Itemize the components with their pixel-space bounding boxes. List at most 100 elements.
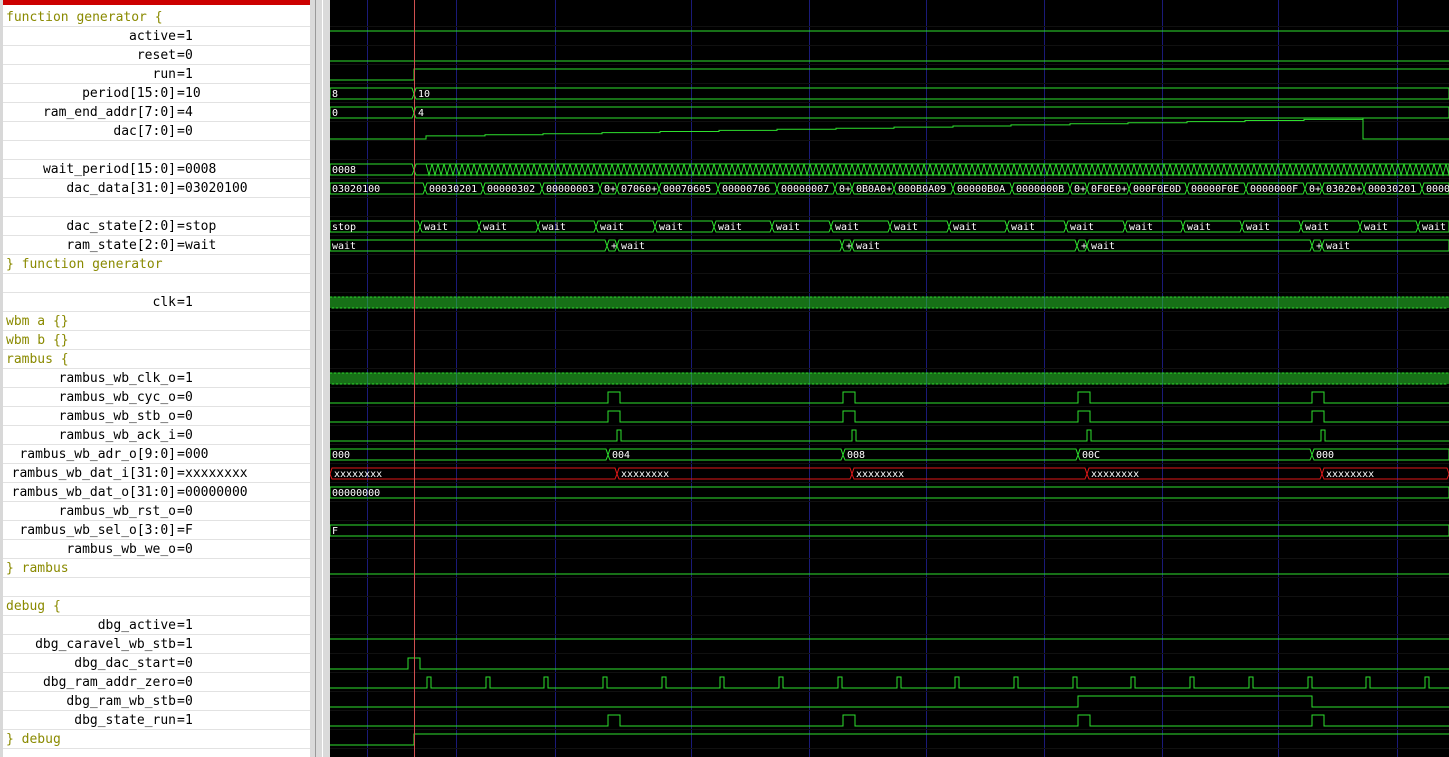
signal-name: rambus_wb_sel_o[3:0] bbox=[19, 523, 176, 538]
equals-sign: = bbox=[177, 485, 185, 500]
signal-group-row[interactable]: } rambus bbox=[3, 559, 310, 578]
signal-row[interactable]: rambus_wb_dat_i[31:0] = xxxxxxxx bbox=[3, 464, 310, 483]
signal-group-row[interactable]: function generator { bbox=[3, 8, 310, 27]
equals-sign: = bbox=[177, 656, 185, 671]
pulse-trace bbox=[330, 695, 1449, 708]
signal-row[interactable]: rambus_wb_we_o = 0 bbox=[3, 540, 310, 559]
equals-sign: = bbox=[177, 447, 185, 462]
toggle-trace bbox=[947, 163, 955, 177]
bus-value-label: 03020+ bbox=[1326, 184, 1362, 195]
blank-row bbox=[3, 198, 310, 217]
signal-row[interactable]: rambus_wb_cyc_o = 0 bbox=[3, 388, 310, 407]
pane-splitter[interactable] bbox=[310, 0, 330, 757]
toggle-trace bbox=[1175, 163, 1183, 177]
signal-name: rambus_wb_clk_o bbox=[58, 371, 176, 386]
toggle-trace bbox=[461, 163, 469, 177]
toggle-trace bbox=[659, 163, 667, 177]
bus-value-label: wait bbox=[1246, 222, 1270, 233]
equals-sign: = bbox=[177, 371, 185, 386]
toggle-trace bbox=[1169, 163, 1177, 177]
signal-row[interactable]: dbg_active = 1 bbox=[3, 616, 310, 635]
signal-value: 1 bbox=[185, 295, 193, 310]
signal-name: rambus_wb_dat_i[31:0] bbox=[11, 466, 176, 481]
signal-row[interactable]: rambus_wb_adr_o[9:0] = 000 bbox=[3, 445, 310, 464]
signal-group-row[interactable]: } function generator bbox=[3, 255, 310, 274]
equals-sign: = bbox=[177, 238, 185, 253]
signal-name: rambus_wb_stb_o bbox=[58, 409, 176, 424]
signal-row[interactable]: dbg_ram_wb_stb = 0 bbox=[3, 692, 310, 711]
bus-segment bbox=[330, 106, 415, 119]
signal-name: dbg_active bbox=[97, 618, 176, 633]
toggle-trace bbox=[1187, 163, 1195, 177]
signal-group-row[interactable]: } debug bbox=[3, 730, 310, 749]
toggle-trace bbox=[1247, 163, 1255, 177]
toggle-trace bbox=[1163, 163, 1171, 177]
signal-row[interactable]: reset = 0 bbox=[3, 46, 310, 65]
pulse-trace bbox=[330, 714, 1449, 727]
signal-row[interactable]: run = 1 bbox=[3, 65, 310, 84]
signal-row[interactable]: ram_state[2:0] = wait bbox=[3, 236, 310, 255]
signal-row[interactable]: ram_end_addr[7:0] = 4 bbox=[3, 103, 310, 122]
bus-value-label: wait bbox=[332, 241, 356, 252]
toggle-trace bbox=[1367, 163, 1375, 177]
signal-row[interactable]: clk = 1 bbox=[3, 293, 310, 312]
toggle-trace bbox=[893, 163, 901, 177]
signal-row[interactable]: dbg_caravel_wb_stb = 1 bbox=[3, 635, 310, 654]
bus-value-label: 00030201 bbox=[1368, 184, 1416, 195]
bus-value-label: 008 bbox=[847, 450, 865, 461]
signal-row[interactable]: wait_period[15:0] = 0008 bbox=[3, 160, 310, 179]
toggle-trace bbox=[1193, 163, 1201, 177]
signal-row[interactable]: rambus_wb_ack_i = 0 bbox=[3, 426, 310, 445]
toggle-trace bbox=[971, 163, 979, 177]
signal-row[interactable]: dac[7:0] = 0 bbox=[3, 122, 310, 141]
signal-row[interactable]: dbg_ram_addr_zero = 0 bbox=[3, 673, 310, 692]
signal-row[interactable]: rambus_wb_rst_o = 0 bbox=[3, 502, 310, 521]
blank-row bbox=[3, 578, 310, 597]
equals-sign: = bbox=[177, 67, 185, 82]
equals-sign: = bbox=[177, 694, 185, 709]
signal-row[interactable]: period[15:0] = 10 bbox=[3, 84, 310, 103]
signal-row[interactable]: dbg_state_run = 1 bbox=[3, 711, 310, 730]
signal-group-row[interactable]: wbm b {} bbox=[3, 331, 310, 350]
toggle-trace bbox=[641, 163, 649, 177]
signal-value: 1 bbox=[185, 618, 193, 633]
bus-value-label: 00000F0E bbox=[1191, 184, 1239, 195]
signal-value: 0 bbox=[185, 694, 193, 709]
bus-segment bbox=[330, 486, 1449, 499]
toggle-trace bbox=[1397, 163, 1405, 177]
toggle-trace bbox=[497, 163, 505, 177]
signal-name: dac_data[31:0] bbox=[66, 181, 176, 196]
equals-sign: = bbox=[177, 542, 185, 557]
signal-value: 000 bbox=[185, 447, 209, 462]
signal-row[interactable]: rambus_wb_sel_o[3:0] = F bbox=[3, 521, 310, 540]
signal-group-row[interactable]: wbm a {} bbox=[3, 312, 310, 331]
signal-value: 0 bbox=[185, 542, 193, 557]
bus-value-label: + bbox=[611, 241, 617, 252]
signal-row[interactable]: rambus_wb_dat_o[31:0] = 00000000 bbox=[3, 483, 310, 502]
signal-group-row[interactable]: debug { bbox=[3, 597, 310, 616]
signal-row[interactable]: rambus_wb_stb_o = 0 bbox=[3, 407, 310, 426]
toggle-trace bbox=[1199, 163, 1207, 177]
signal-row[interactable]: dac_state[2:0] = stop bbox=[3, 217, 310, 236]
bus-value-label: wait bbox=[1326, 241, 1350, 252]
signal-row[interactable]: dac_data[31:0] = 03020100 bbox=[3, 179, 310, 198]
equals-sign: = bbox=[177, 675, 185, 690]
toggle-trace bbox=[827, 163, 835, 177]
toggle-trace bbox=[515, 163, 523, 177]
toggle-trace bbox=[809, 163, 817, 177]
signal-row[interactable]: rambus_wb_clk_o = 1 bbox=[3, 369, 310, 388]
signal-group-row[interactable]: rambus { bbox=[3, 350, 310, 369]
toggle-trace bbox=[929, 163, 937, 177]
bus-value-label: 0F0E0+ bbox=[1091, 184, 1127, 195]
signal-row[interactable]: active = 1 bbox=[3, 27, 310, 46]
waveform-pane[interactable]: 8 100 4000803020100 00030201 00000302 0000000… bbox=[330, 0, 1449, 757]
bus-value-label: wait bbox=[1422, 222, 1446, 233]
toggle-trace bbox=[1289, 163, 1297, 177]
toggle-trace bbox=[725, 163, 733, 177]
toggle-trace bbox=[689, 163, 697, 177]
signal-row[interactable]: dbg_dac_start = 0 bbox=[3, 654, 310, 673]
bus-value-label: 00000007 bbox=[781, 184, 829, 195]
group-label: wbm a {} bbox=[6, 314, 69, 329]
toggle-trace bbox=[473, 163, 481, 177]
bus-value-label: + bbox=[1081, 241, 1087, 252]
